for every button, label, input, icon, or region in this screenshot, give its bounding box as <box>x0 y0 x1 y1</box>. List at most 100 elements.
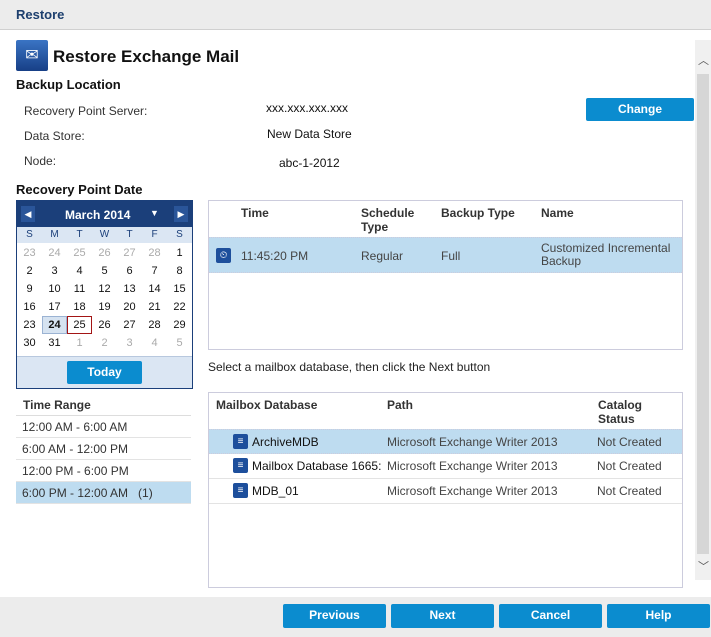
next-month-button[interactable]: ▶ <box>174 206 188 222</box>
calendar-day[interactable]: 23 <box>17 316 42 334</box>
mailbox-row[interactable]: ≡ Mailbox Database 1665: Microsoft Excha… <box>209 454 682 479</box>
calendar-day[interactable]: 10 <box>42 280 67 298</box>
recovery-point-row[interactable]: ⏲ 11:45:20 PM Regular Full Customized In… <box>209 237 682 273</box>
calendar-day[interactable]: 9 <box>17 280 42 298</box>
col-path[interactable]: Path <box>387 398 413 412</box>
vertical-scrollbar[interactable]: ︿ ﹀ <box>695 40 711 580</box>
node-value: abc-1-2012 <box>279 156 340 170</box>
mailbox-name: Mailbox Database 1665: <box>252 459 382 473</box>
time-range-item[interactable]: 6:00 AM - 12:00 PM <box>16 438 191 460</box>
calendar-day[interactable]: 3 <box>117 334 142 352</box>
mailbox-status: Not Created <box>597 459 662 473</box>
day-name: S <box>26 229 33 240</box>
calendar-day[interactable]: 17 <box>42 298 67 316</box>
day-name: S <box>176 229 183 240</box>
calendar-day[interactable]: 13 <box>117 280 142 298</box>
col-name[interactable]: Name <box>541 206 574 220</box>
col-mailbox-database[interactable]: Mailbox Database <box>216 398 317 412</box>
recovery-point-date-heading: Recovery Point Date <box>16 182 143 197</box>
calendar-day[interactable]: 8 <box>167 262 192 280</box>
calendar-day[interactable]: 2 <box>92 334 117 352</box>
calendar-day[interactable]: 3 <box>42 262 67 280</box>
calendar-day[interactable]: 25 <box>67 316 92 334</box>
calendar-day[interactable]: 26 <box>92 244 117 262</box>
calendar-day[interactable]: 27 <box>117 244 142 262</box>
calendar-day[interactable]: 18 <box>67 298 92 316</box>
scroll-up-icon[interactable]: ︿ <box>698 52 709 68</box>
calendar-day[interactable]: 28 <box>142 244 167 262</box>
time-range-item[interactable]: 12:00 PM - 6:00 PM <box>16 460 191 482</box>
calendar-month[interactable]: March 2014 <box>65 208 130 222</box>
calendar-day[interactable]: 24 <box>42 244 67 262</box>
calendar-day[interactable]: 1 <box>167 244 192 262</box>
calendar-day[interactable]: 30 <box>17 334 42 352</box>
calendar-day[interactable]: 15 <box>167 280 192 298</box>
calendar-day[interactable]: 6 <box>117 262 142 280</box>
change-button[interactable]: Change <box>586 98 694 121</box>
calendar-day[interactable]: 4 <box>67 262 92 280</box>
help-button[interactable]: Help <box>607 604 710 628</box>
mailbox-path: Microsoft Exchange Writer 2013 <box>387 459 558 473</box>
calendar-day[interactable]: 27 <box>117 316 142 334</box>
calendar-day[interactable]: 12 <box>92 280 117 298</box>
calendar-day[interactable]: 21 <box>142 298 167 316</box>
calendar-day[interactable]: 28 <box>142 316 167 334</box>
window-title: Restore <box>16 7 65 22</box>
mailbox-status: Not Created <box>597 435 662 449</box>
time-range-item-selected[interactable]: 6:00 PM - 12:00 AM (1) <box>16 482 191 504</box>
mailbox-row[interactable]: ≡ ArchiveMDB Microsoft Exchange Writer 2… <box>209 429 682 454</box>
calendar-day[interactable]: 4 <box>142 334 167 352</box>
mailbox-row[interactable]: ≡ MDB_01 Microsoft Exchange Writer 2013 … <box>209 479 682 504</box>
scroll-down-icon[interactable]: ﹀ <box>698 558 709 574</box>
calendar-day[interactable]: 14 <box>142 280 167 298</box>
calendar-day[interactable]: 2 <box>17 262 42 280</box>
rp-name: Customized Incremental Backup <box>541 241 671 268</box>
col-catalog-status[interactable]: Catalog Status <box>598 398 658 426</box>
calendar-day[interactable]: 23 <box>17 244 42 262</box>
calendar-day[interactable]: 26 <box>92 316 117 334</box>
rp-schedule: Regular <box>361 249 404 263</box>
title-bar: Restore <box>0 0 711 30</box>
calendar-day[interactable]: 29 <box>167 316 192 334</box>
rp-time: 11:45:20 PM <box>241 249 309 263</box>
mailbox-status: Not Created <box>597 484 662 498</box>
calendar-day[interactable]: 31 <box>42 334 67 352</box>
mailbox-name: ArchiveMDB <box>252 435 319 449</box>
calendar-day[interactable]: 7 <box>142 262 167 280</box>
today-button[interactable]: Today <box>67 361 142 384</box>
calendar-day[interactable]: 19 <box>92 298 117 316</box>
mailbox-path: Microsoft Exchange Writer 2013 <box>387 435 558 449</box>
node-label: Node: <box>24 154 57 168</box>
database-icon: ≡ <box>233 483 248 498</box>
previous-button[interactable]: Previous <box>283 604 386 628</box>
recovery-point-lock-icon: ⏲ <box>216 248 231 263</box>
cancel-button[interactable]: Cancel <box>499 604 602 628</box>
next-button[interactable]: Next <box>391 604 494 628</box>
database-icon: ≡ <box>233 458 248 473</box>
calendar-day[interactable]: 24 <box>42 316 67 334</box>
calendar-day[interactable]: 22 <box>167 298 192 316</box>
calendar-day[interactable]: 1 <box>67 334 92 352</box>
calendar-day[interactable]: 5 <box>167 334 192 352</box>
rps-value: xxx.xxx.xxx.xxx <box>266 101 349 115</box>
prev-month-button[interactable]: ◀ <box>21 206 35 222</box>
calendar-day[interactable]: 20 <box>117 298 142 316</box>
calendar-day[interactable]: 25 <box>67 244 92 262</box>
exchange-restore-icon: ✉ <box>16 40 48 71</box>
day-name: M <box>50 229 59 240</box>
calendar-day[interactable]: 5 <box>92 262 117 280</box>
col-schedule-type[interactable]: Schedule Type <box>361 206 421 234</box>
col-backup-type[interactable]: Backup Type <box>441 206 515 220</box>
month-dropdown-icon[interactable]: ▼ <box>150 208 159 218</box>
col-time[interactable]: Time <box>241 206 269 220</box>
footer-bar: Previous Next Cancel Help <box>0 597 711 637</box>
calendar-day[interactable]: 16 <box>17 298 42 316</box>
time-range-heading: Time Range <box>23 398 91 412</box>
day-name: T <box>76 229 83 240</box>
time-range-item[interactable]: 12:00 AM - 6:00 AM <box>16 416 191 438</box>
instruction-text: Select a mailbox database, then click th… <box>208 360 491 374</box>
mailbox-path: Microsoft Exchange Writer 2013 <box>387 484 558 498</box>
calendar-day[interactable]: 11 <box>67 280 92 298</box>
scroll-thumb[interactable] <box>697 74 709 554</box>
calendar: ◀ March 2014 ▼ ▶ SMTWTFS 23 24 25 26 27 28 1 2 3… <box>16 200 193 389</box>
